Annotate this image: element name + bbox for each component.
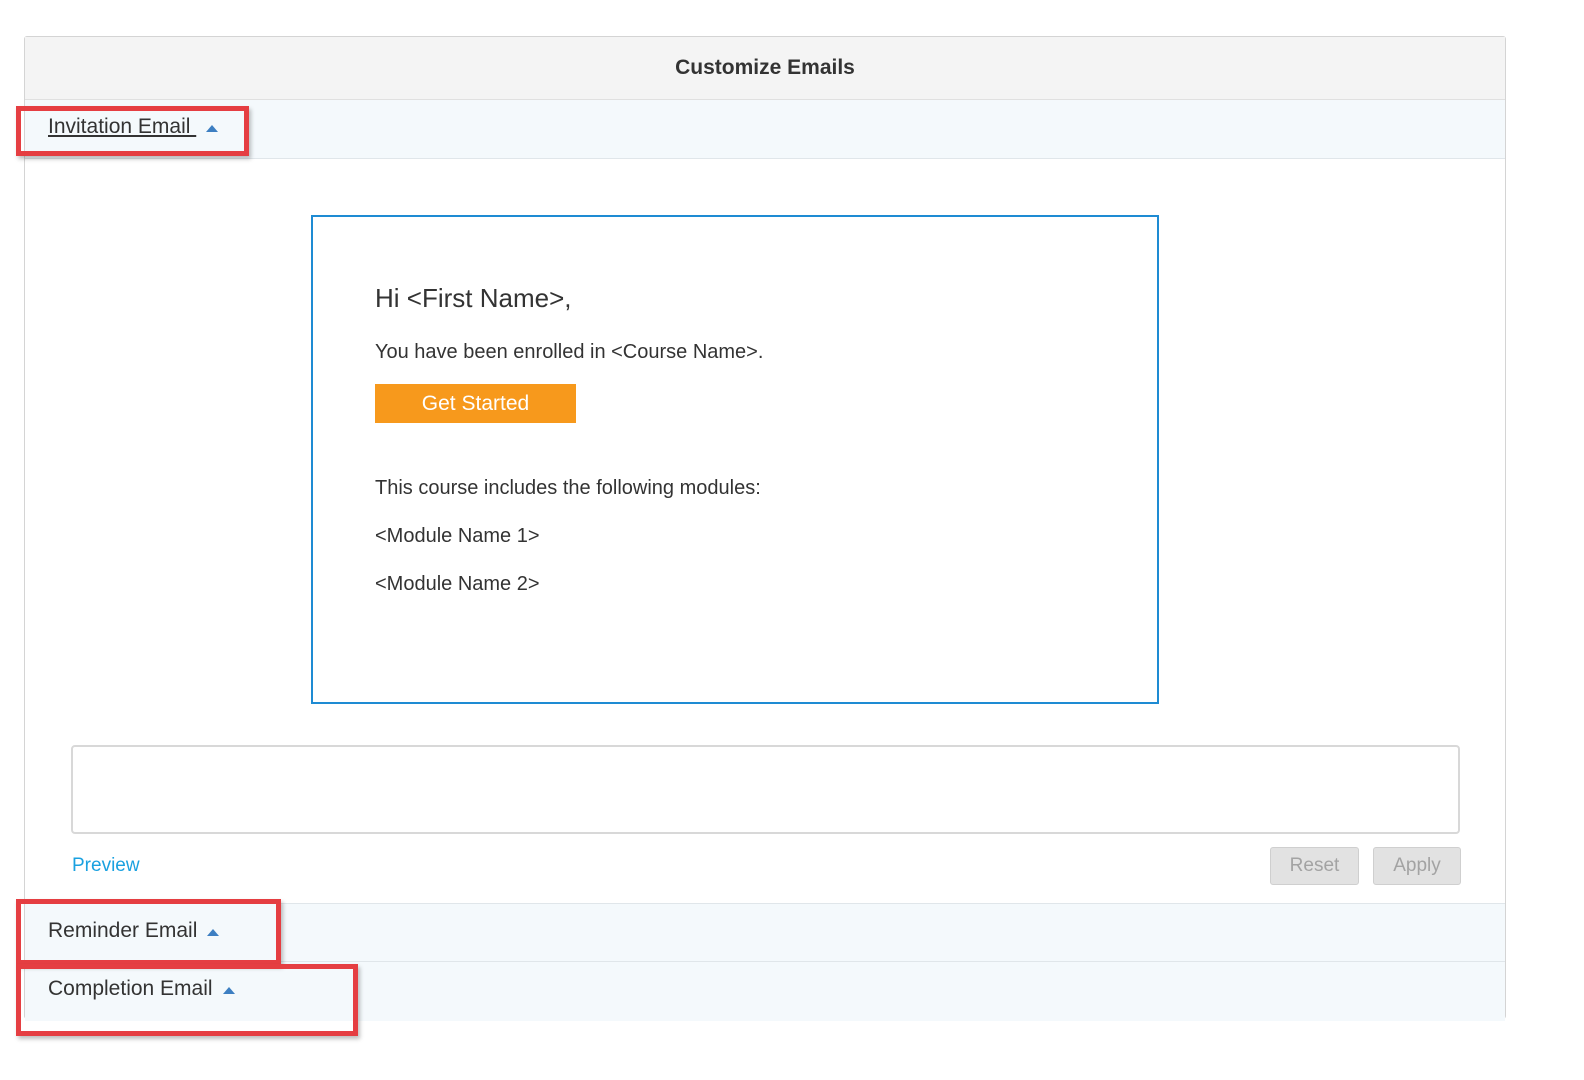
get-started-button[interactable]: Get Started [375,384,576,423]
invitation-email-label: Invitation Email [48,115,197,138]
reminder-email-toggle[interactable]: Reminder Email [48,919,220,943]
email-body-input[interactable] [71,745,1460,834]
email-preview: Hi <First Name>, You have been enrolled … [311,215,1159,704]
caret-up-icon [206,124,219,132]
invitation-email-toggle[interactable]: Invitation Email [48,115,219,139]
completion-email-toggle[interactable]: Completion Email [48,977,235,1001]
caret-up-icon [222,986,235,994]
reset-button[interactable]: Reset [1270,847,1359,885]
email-enrolled-text: You have been enrolled in <Course Name>. [375,341,764,363]
reminder-email-label: Reminder Email [48,919,198,942]
customize-emails-panel: Customize Emails Invitation Email Hi <Fi… [24,36,1506,1021]
invitation-email-section-header: Invitation Email [25,100,1505,159]
preview-link[interactable]: Preview [72,855,140,877]
panel-title: Customize Emails [25,37,1505,100]
email-greeting: Hi <First Name>, [375,283,572,313]
email-modules-intro: This course includes the following modul… [375,477,761,499]
email-module-item: <Module Name 1> [375,525,540,547]
completion-email-section-header: Completion Email [25,962,1505,1021]
reminder-email-section-header: Reminder Email [25,903,1505,962]
caret-up-icon [207,928,220,936]
completion-email-label: Completion Email [48,977,213,1000]
email-module-item: <Module Name 2> [375,573,540,595]
apply-button[interactable]: Apply [1373,847,1461,885]
